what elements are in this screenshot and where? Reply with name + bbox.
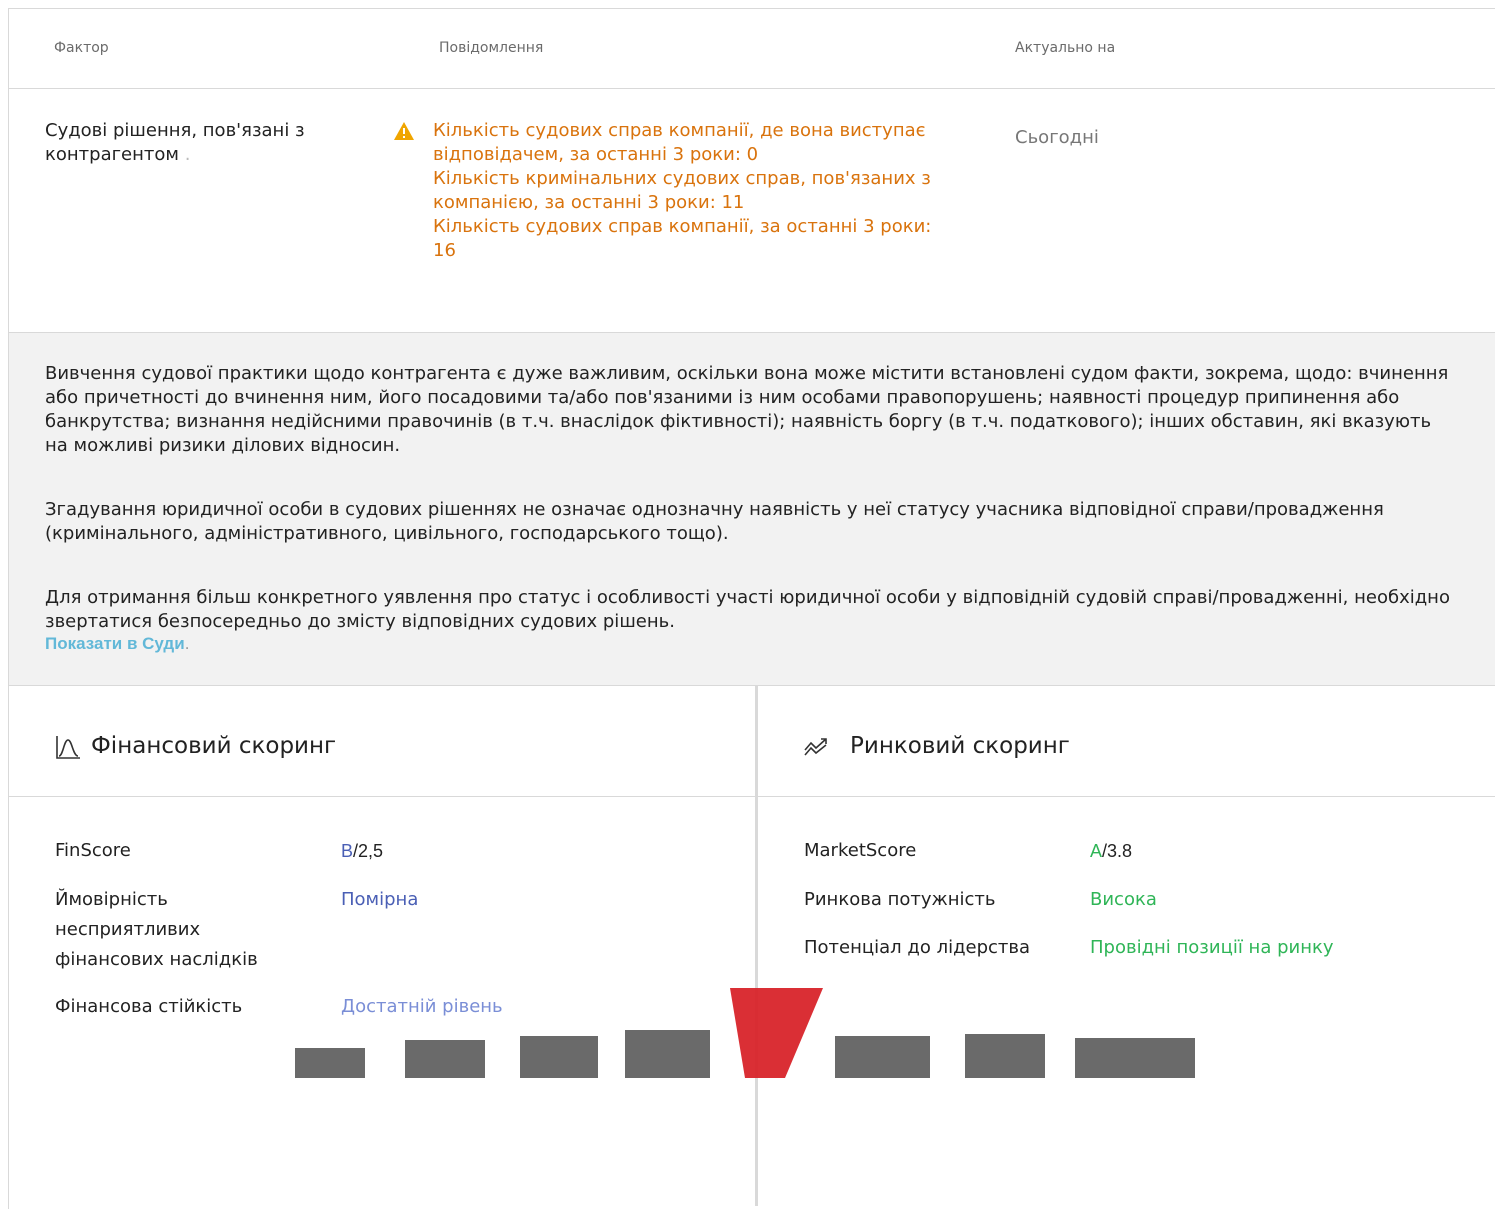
finscore-value: B/2,5 (341, 836, 383, 867)
header-message: Повідомлення (439, 40, 544, 56)
date-cell: Сьогодні (1015, 127, 1099, 148)
market-power-label: Ринкова потужність (804, 889, 996, 910)
financial-scoring-panel: Фінансовий скоринг FinScore B/2,5 Ймовір… (9, 686, 758, 1206)
note-paragraph-3: Для отримання більш конкретного уявлення… (45, 587, 1450, 632)
leadership-potential-label: Потенціал до лідерства (804, 937, 1031, 958)
factor-cell: Судові рішення, пов'язані з контрагентом… (45, 119, 375, 167)
note-paragraph-2: Згадування юридичної особи в судових ріш… (45, 499, 1384, 544)
marketscore-grade: A (1090, 841, 1103, 861)
marketscore-value: A/3.8 (1090, 836, 1132, 867)
show-in-courts-link[interactable]: Показати в Суди. (45, 634, 189, 654)
show-in-courts-label: Показати в Суди (45, 634, 185, 653)
message-criminal-cases: Кількість кримінальних судових справ, по… (433, 168, 931, 213)
warning-icon (394, 122, 414, 140)
adverse-probability-label: Ймовірність несприятливих фінансових нас… (55, 889, 258, 970)
finscore-label: FinScore (55, 840, 131, 861)
message-defendant-cases: Кількість судових справ компанії, де вон… (433, 120, 926, 165)
leadership-potential-value: Провідні позиції на ринку (1090, 937, 1334, 958)
link-dot: . (184, 634, 190, 653)
market-scoring-title: Ринковий скоринг (850, 733, 1070, 759)
factor-text: Судові рішення, пов'язані з контрагентом (45, 120, 305, 165)
message-total-cases: Кількість судових справ компанії, за ост… (433, 216, 932, 261)
info-note: Вивчення судової практики щодо контраген… (9, 333, 1495, 686)
marketscore-label: MarketScore (804, 840, 917, 861)
marketscore-score: /3.8 (1102, 841, 1133, 861)
message-cell: Кількість судових справ компанії, де вон… (433, 119, 953, 263)
note-paragraph-1: Вивчення судової практики щодо контраген… (45, 363, 1449, 456)
market-power-value: Висока (1090, 889, 1157, 910)
watermark-logo (295, 988, 1195, 1078)
factor-dot: . (184, 144, 191, 165)
financial-stability-label: Фінансова стійкість (55, 996, 243, 1017)
finscore-grade: B (341, 841, 354, 861)
bell-curve-icon (56, 736, 80, 759)
market-scoring-header: Ринковий скоринг (758, 686, 1495, 797)
trend-arrows-icon (804, 738, 827, 756)
header-factor: Фактор (54, 40, 109, 56)
finscore-score: /2,5 (353, 841, 384, 861)
table-header: Фактор Повідомлення Актуально на (9, 9, 1495, 89)
table-row: Судові рішення, пов'язані з контрагентом… (9, 89, 1495, 333)
adverse-probability-value: Помірна (341, 889, 419, 910)
financial-scoring-header: Фінансовий скоринг (9, 686, 755, 797)
market-scoring-panel: Ринковий скоринг MarketScore A/3.8 Ринко… (758, 686, 1495, 1206)
header-date: Актуально на (1015, 40, 1116, 56)
financial-scoring-title: Фінансовий скоринг (91, 733, 337, 759)
